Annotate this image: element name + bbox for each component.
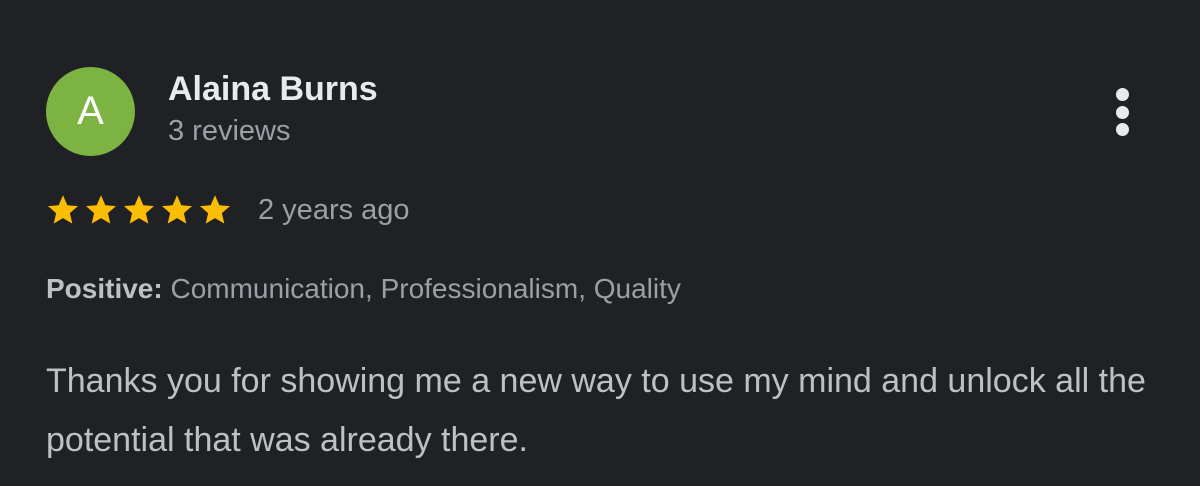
more-vert-icon [1115,123,1129,136]
review-count[interactable]: 3 reviews [168,115,291,148]
avatar-initial: A [77,89,104,133]
attributes-label: Positive: [46,273,163,304]
star-icon [86,195,116,224]
review-text: Thanks you for showing me a new way to u… [46,362,1146,459]
more-vert-icon [1115,88,1129,101]
rating-row: 2 years ago [44,190,410,230]
author-name[interactable]: Alaina Burns [168,70,378,109]
star-icon [200,195,230,224]
star-icon [124,195,154,224]
attributes-values: Communication, Professionalism, Quality [170,273,681,304]
review-card: A Alaina Burns 3 reviews 2 years ago Pos… [0,0,1200,486]
more-options-button[interactable] [1105,84,1139,140]
review-attributes: Positive: Communication, Professionalism… [46,273,681,305]
star-icon [48,195,78,224]
review-time: 2 years ago [258,193,410,226]
avatar[interactable]: A [46,67,135,156]
more-vert-icon [1115,105,1129,119]
star-icon [162,195,192,224]
star-rating [44,192,234,228]
